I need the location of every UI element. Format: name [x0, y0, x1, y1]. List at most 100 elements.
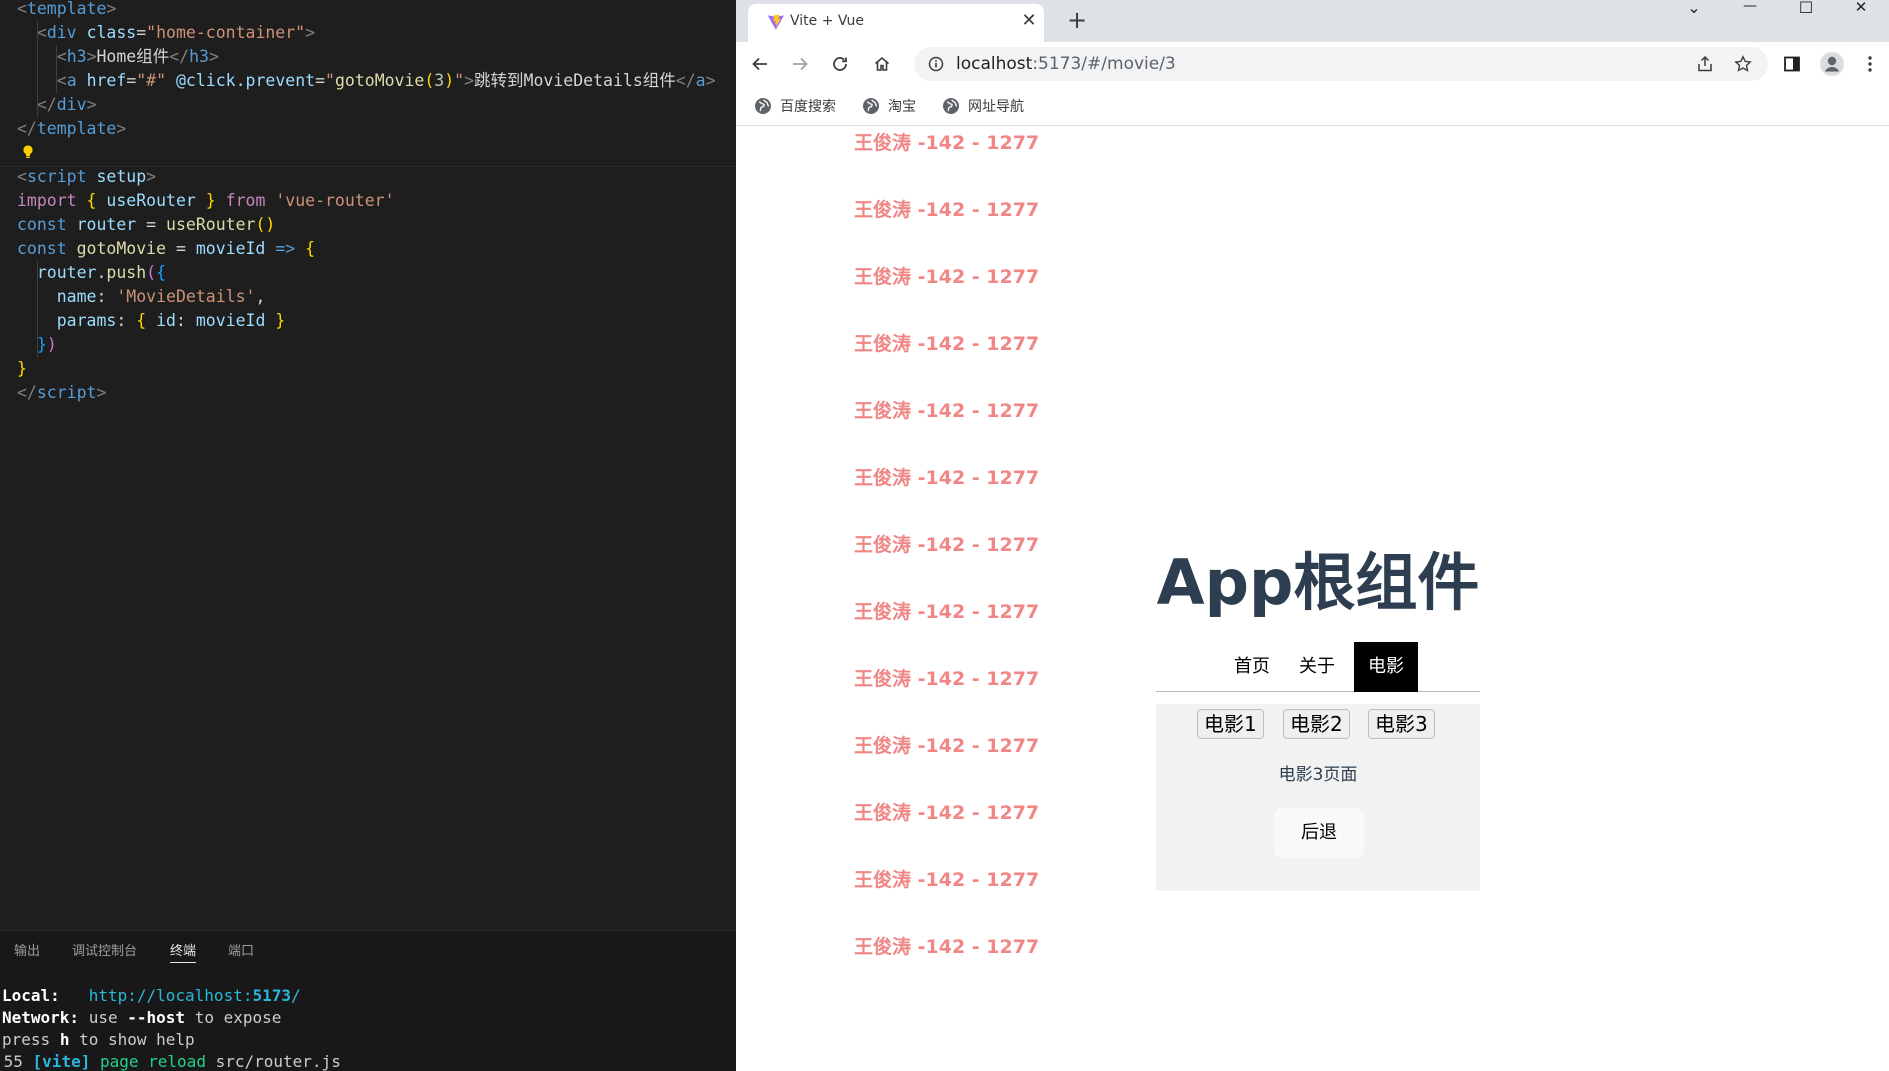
code-token: } — [36, 335, 47, 354]
minimize-icon[interactable]: — — [1722, 0, 1778, 18]
code-token: script — [26, 167, 87, 186]
watermark-text: 王俊涛 -142 - 1277 — [854, 199, 1040, 221]
code-token: . — [96, 263, 107, 282]
bookmark-taobao[interactable]: 淘宝 — [862, 96, 916, 116]
star-icon[interactable] — [1734, 55, 1752, 73]
code-token: id — [156, 311, 176, 330]
bookmark-nav[interactable]: 网址导航 — [942, 96, 1024, 116]
side-panel-button[interactable] — [1776, 48, 1808, 80]
watermark-text: 王俊涛 -142 - 1277 — [854, 400, 1040, 422]
code-line-tpl_open[interactable]: <template> — [17, 0, 116, 21]
menu-icon — [1868, 56, 1872, 72]
local-label: Local: — [2, 986, 60, 1005]
back-button[interactable] — [744, 48, 776, 80]
watermark-text: 王俊涛 -142 - 1277 — [854, 266, 1040, 288]
forward-button[interactable] — [784, 48, 816, 80]
code-line-params[interactable]: params: { id: movieId } — [17, 309, 286, 333]
tab-search-icon[interactable]: ⌄ — [1666, 0, 1722, 18]
code-token: < — [17, 0, 27, 18]
movie-3-button[interactable]: 电影3 — [1368, 709, 1435, 739]
indent-guide — [56, 45, 57, 93]
network-label: Network: — [2, 1008, 80, 1027]
profile-button[interactable] — [1816, 48, 1848, 80]
code-token: { — [136, 311, 147, 330]
local-url-prefix: http://localhost: — [88, 986, 253, 1005]
menu-button[interactable] — [1854, 48, 1886, 80]
watermark-text: 王俊涛 -142 - 1277 — [854, 735, 1040, 757]
code-line-push[interactable]: router.push({ — [17, 261, 166, 285]
tab-title: Vite + Vue — [790, 13, 865, 29]
code-token: = — [166, 239, 196, 258]
address-bar[interactable]: localhost:5173/#/movie/3 — [914, 47, 1768, 81]
code-line-script_close[interactable]: </script> — [17, 381, 106, 405]
watermark-text: 王俊涛 -142 - 1277 — [854, 869, 1040, 891]
bookmarks-bar: 百度搜索 淘宝 网址导航 — [736, 86, 1889, 126]
movie-2-button[interactable]: 电影2 — [1283, 709, 1350, 739]
code-token: } — [275, 311, 286, 330]
code-line-h3[interactable]: <h3>Home组件</h3> — [17, 45, 219, 69]
terminal-line-network: Network: use --host to expose — [2, 1007, 281, 1029]
new-tab-button[interactable]: + — [1062, 5, 1092, 35]
lightbulb-icon[interactable] — [20, 144, 36, 160]
code-line-const1[interactable]: const router = useRouter() — [17, 213, 275, 237]
code-line-script_open[interactable]: <script setup> — [17, 165, 156, 189]
code-token: class — [86, 23, 137, 42]
code-token: = — [136, 215, 167, 234]
code-token: ) — [444, 71, 455, 90]
code-line-import[interactable]: import { useRouter } from 'vue-router' — [17, 189, 395, 213]
press-text: press — [2, 1030, 51, 1049]
nav-link-about[interactable]: 关于 — [1291, 642, 1343, 692]
panel-tab-debug-console[interactable]: 调试控制台 — [72, 941, 137, 963]
code-token: " — [454, 71, 465, 90]
reload-button[interactable] — [824, 48, 856, 80]
page-viewport: 王俊涛 -142 - 1277 王俊涛 -142 - 1277 王俊涛 -142 -… — [736, 127, 1889, 1071]
url-text[interactable]: localhost:5173/#/movie/3 — [956, 54, 1176, 74]
code-line-const2[interactable]: const gotoMovie = movieId => { — [17, 237, 315, 261]
press-key: h — [59, 1030, 70, 1049]
browser-toolbar: localhost:5173/#/movie/3 — [736, 42, 1889, 86]
code-line-close_fn[interactable]: } — [17, 357, 27, 381]
movie-1-button[interactable]: 电影1 — [1197, 709, 1264, 739]
watermark-text: 王俊涛 -142 - 1277 — [854, 467, 1040, 489]
code-line-tpl_close[interactable]: </template> — [17, 117, 126, 141]
press-rest: to show help — [79, 1030, 195, 1049]
share-icon[interactable] — [1696, 55, 1714, 73]
code-line-div_close[interactable]: </div> — [17, 93, 97, 117]
code-line-name[interactable]: name: 'MovieDetails', — [17, 285, 266, 309]
code-token: : — [96, 287, 117, 306]
movie-page-text: 电影3页面 — [1278, 765, 1358, 785]
tab-close-icon[interactable]: ✕ — [1020, 11, 1038, 31]
code-token: "home-container" — [146, 23, 306, 42]
code-token: import — [17, 191, 77, 210]
code-token: 'MovieDetails' — [116, 287, 256, 306]
nav-link-home[interactable]: 首页 — [1226, 642, 1278, 692]
code-token: </ — [17, 119, 37, 138]
code-editor[interactable]: <template> <div class="home-container"> … — [0, 0, 736, 930]
close-window-icon[interactable]: ✕ — [1833, 0, 1889, 18]
log-file: src/router.js — [215, 1052, 341, 1071]
code-token: script — [36, 383, 97, 402]
maximize-icon[interactable]: ☐ — [1778, 0, 1834, 18]
main-nav: 首页 关于 电影 — [1156, 642, 1480, 692]
watermark-text: 王俊涛 -142 - 1277 — [854, 132, 1040, 154]
nav-link-movie[interactable]: 电影 — [1354, 642, 1418, 692]
panel-tab-ports[interactable]: 端口 — [228, 941, 254, 963]
code-token: > — [464, 71, 475, 90]
code-line-a[interactable]: <a href="#" @click.prevent="gotoMovie(3)… — [17, 69, 716, 93]
network-flag: --host — [127, 1008, 186, 1027]
browser-tab[interactable]: Vite + Vue ✕ — [748, 4, 1044, 42]
home-button[interactable] — [866, 48, 898, 80]
bookmark-baidu[interactable]: 百度搜索 — [754, 96, 836, 116]
code-line-div_open[interactable]: <div class="home-container"> — [17, 21, 315, 45]
panel-tab-terminal[interactable]: 终端 — [170, 941, 197, 963]
back-nav-button[interactable]: 后退 — [1274, 808, 1364, 858]
code-token: gotoMovie — [334, 71, 425, 90]
info-icon[interactable] — [928, 56, 944, 72]
panel-tab-output[interactable]: 输出 — [14, 941, 40, 963]
